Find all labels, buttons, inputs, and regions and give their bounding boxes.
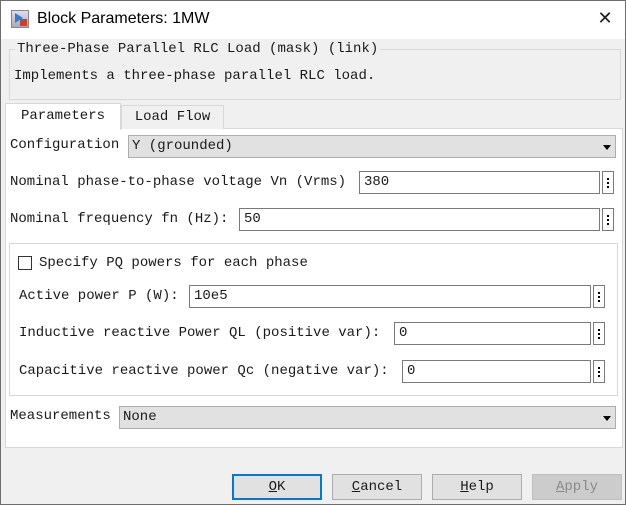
pq-checkbox[interactable] [18, 256, 32, 270]
ok-button[interactable]: OK [232, 474, 322, 500]
configuration-select[interactable]: Y (grounded) [128, 135, 616, 158]
configuration-value: Y (grounded) [132, 138, 233, 154]
help-button[interactable]: Help [432, 474, 522, 500]
fn-input[interactable]: 50 [239, 208, 600, 231]
simulink-block-icon [11, 10, 29, 28]
mask-description: Implements a three-phase parallel RLC lo… [14, 68, 376, 84]
title-bar: Block Parameters: 1MW ✕ [1, 1, 625, 39]
ql-input[interactable]: 0 [394, 322, 591, 345]
cancel-button[interactable]: Cancel [332, 474, 422, 500]
vn-input[interactable]: 380 [359, 171, 600, 194]
apply-button[interactable]: Apply [532, 474, 622, 500]
fn-options-button[interactable] [602, 208, 614, 231]
tab-load-flow[interactable]: Load Flow [121, 105, 224, 129]
ql-label: Inductive reactive Power QL (positive va… [19, 325, 381, 341]
pq-label: Specify PQ powers for each phase [39, 255, 308, 271]
vn-options-button[interactable] [602, 171, 614, 194]
active-power-label: Active power P (W): [19, 288, 179, 304]
measurements-value: None [123, 409, 157, 425]
tab-parameters[interactable]: Parameters [5, 103, 121, 130]
vn-label: Nominal phase-to-phase voltage Vn (Vrms) [10, 174, 347, 190]
window-title: Block Parameters: 1MW [37, 10, 210, 27]
chevron-down-icon [603, 145, 611, 150]
measurements-select[interactable]: None [119, 406, 616, 429]
active-power-input[interactable]: 10e5 [189, 285, 591, 308]
chevron-down-icon [603, 416, 611, 421]
qc-options-button[interactable] [593, 360, 605, 383]
active-power-options-button[interactable] [593, 285, 605, 308]
measurements-label: Measurements [10, 408, 111, 424]
fn-label: Nominal frequency fn (Hz): [10, 211, 229, 227]
configuration-label: Configuration [10, 137, 120, 153]
qc-input[interactable]: 0 [402, 360, 591, 383]
close-icon[interactable]: ✕ [593, 7, 617, 31]
ql-options-button[interactable] [593, 322, 605, 345]
qc-label: Capacitive reactive power Qc (negative v… [19, 363, 389, 379]
mask-title: Three-Phase Parallel RLC Load (mask) (li… [15, 41, 381, 57]
